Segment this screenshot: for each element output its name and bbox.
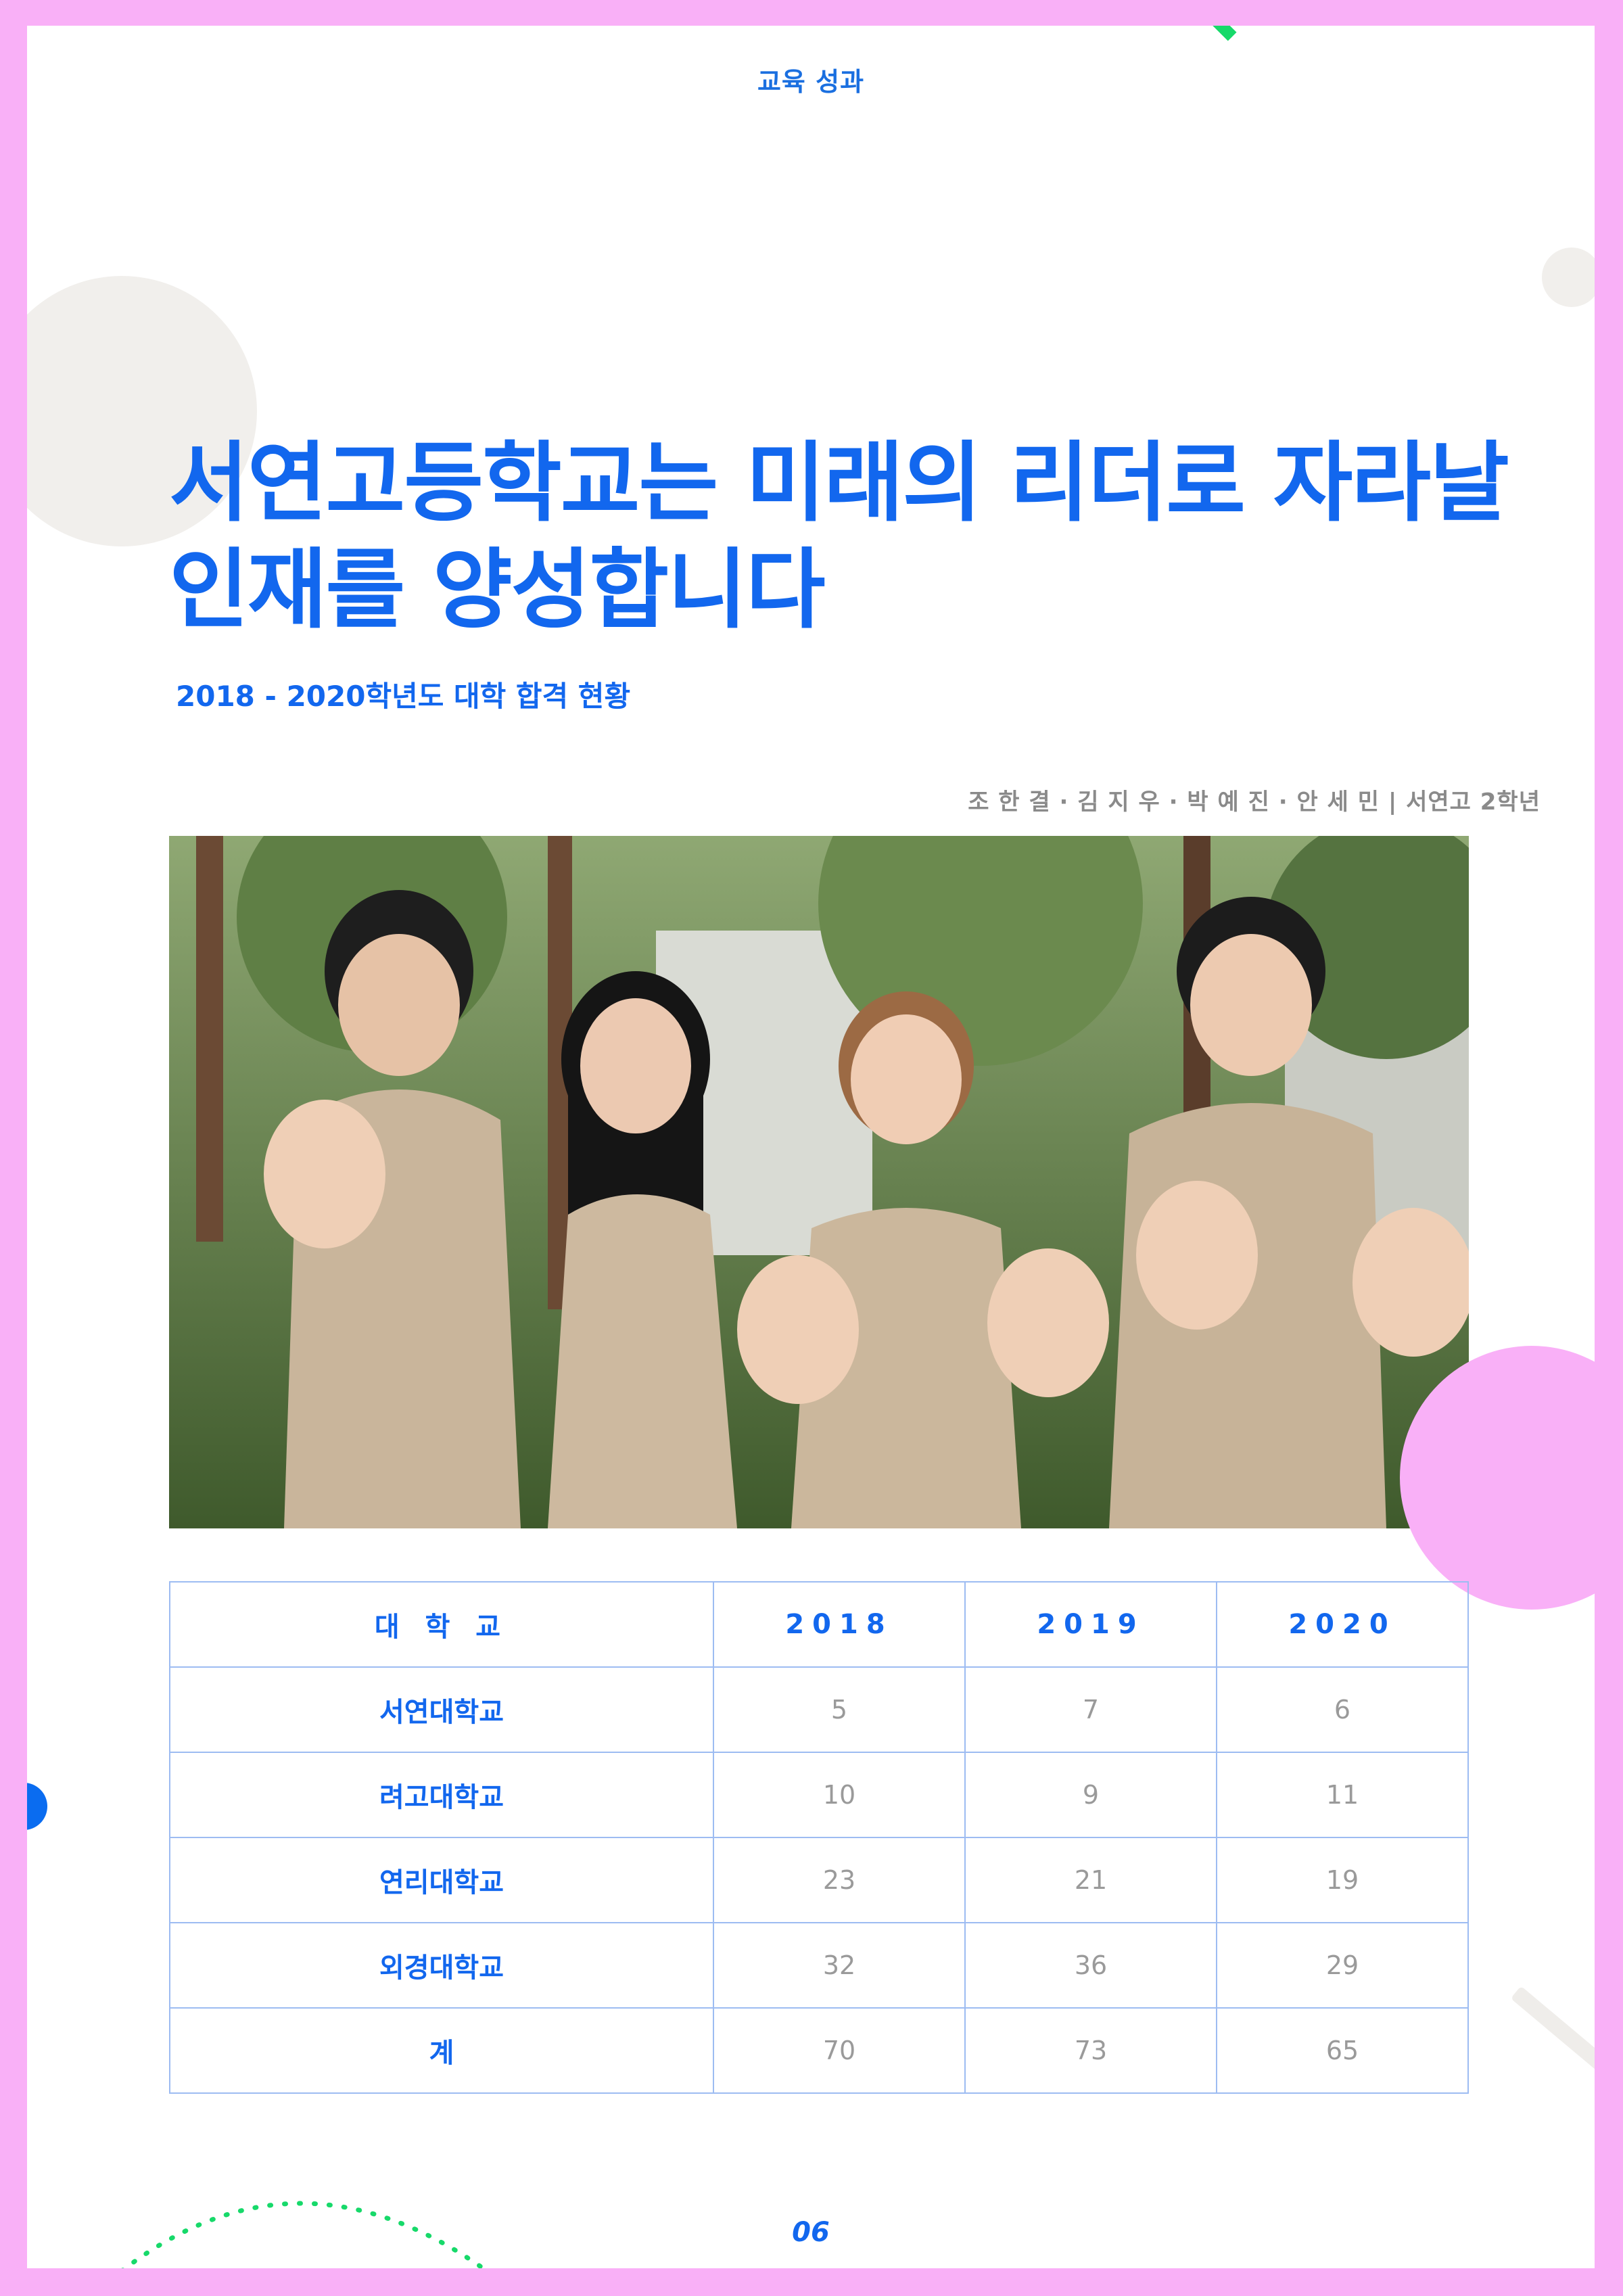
table-header-cell: 2018: [713, 1581, 966, 1668]
total-label: 계: [169, 2007, 714, 2094]
university-name: 려고대학교: [169, 1752, 714, 1838]
university-name: 연리대학교: [169, 1837, 714, 1923]
table-header-cell: 대 학 교: [169, 1581, 714, 1668]
table-cell: 10: [713, 1752, 966, 1838]
table-cell: 29: [1216, 1922, 1469, 2009]
table-cell: 5: [713, 1666, 966, 1753]
university-name: 서연대학교: [169, 1666, 714, 1753]
decorative-line-gray: [1510, 1986, 1595, 2086]
title-line-2: 인재를 양성합니다: [169, 540, 826, 640]
page-number: 06: [792, 2217, 830, 2248]
green-accent-line: [1137, 26, 1237, 41]
photo-illustration: [169, 836, 1469, 1528]
table-row: 외경대학교 32 36 29: [169, 1922, 1469, 2009]
table-header-cell: 2019: [964, 1581, 1217, 1668]
title-line-1: 서연고등학교는 미래의 리더로 자라날: [169, 433, 1509, 534]
table-cell: 70: [713, 2007, 966, 2094]
table-cell: 9: [964, 1752, 1217, 1838]
table-cell: 23: [713, 1837, 966, 1923]
page-title: 서연고등학교는 미래의 리더로 자라날 인재를 양성합니다: [169, 430, 1522, 644]
decorative-dot-blue: [27, 1783, 47, 1830]
table-cell: 73: [964, 2007, 1217, 2094]
table-header-cell: 2020: [1216, 1581, 1469, 1668]
admissions-table: 대 학 교 2018 2019 2020 서연대학교 5 7 6 려고대학교 1…: [169, 1581, 1469, 2094]
page: 교육 성과 서연고등학교는 미래의 리더로 자라날 인재를 양성합니다 2018…: [27, 26, 1595, 2268]
table-cell: 7: [964, 1666, 1217, 1753]
table-cell: 21: [964, 1837, 1217, 1923]
students-photo: [169, 836, 1469, 1528]
table-row: 연리대학교 23 21 19: [169, 1837, 1469, 1923]
decorative-circle-gray-small: [1542, 248, 1595, 307]
university-name: 외경대학교: [169, 1922, 714, 2009]
decorative-dotted-arc: [121, 2201, 488, 2268]
table-cell: 11: [1216, 1752, 1469, 1838]
subtitle: 2018 - 2020학년도 대학 합격 현황: [176, 680, 631, 713]
table-cell: 6: [1216, 1666, 1469, 1753]
table-cell: 19: [1216, 1837, 1469, 1923]
table-cell: 65: [1216, 2007, 1469, 2094]
table-total-row: 계 70 73 65: [169, 2007, 1469, 2094]
section-label: 교육 성과: [757, 67, 865, 97]
table-row: 려고대학교 10 9 11: [169, 1752, 1469, 1838]
table-cell: 32: [713, 1922, 966, 2009]
table-cell: 36: [964, 1922, 1217, 2009]
table-header-row: 대 학 교 2018 2019 2020: [169, 1581, 1469, 1668]
photo-credit: 조 한 결 · 김 지 우 · 박 예 진 · 안 세 민 | 서연고 2학년: [968, 789, 1540, 816]
table-row: 서연대학교 5 7 6: [169, 1666, 1469, 1753]
